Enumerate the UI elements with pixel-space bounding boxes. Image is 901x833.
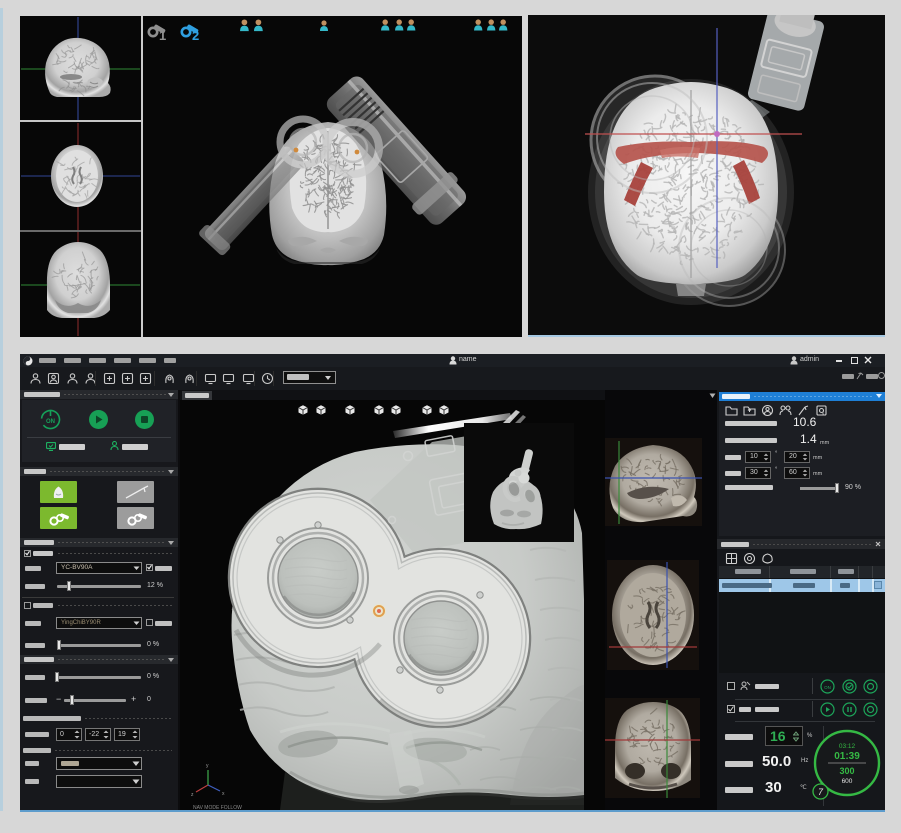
svg-text:y: y [206,763,209,769]
svg-text:2: 2 [192,28,199,43]
svg-text:600: 600 [842,778,853,785]
svg-text:z: z [191,792,194,798]
svg-text:ON: ON [824,685,831,690]
svg-text:01:39: 01:39 [834,751,860,762]
svg-text:03:12: 03:12 [839,743,856,750]
svg-text:300: 300 [839,766,854,776]
svg-text:1: 1 [159,28,166,43]
svg-text:ON: ON [46,419,55,425]
svg-text:x: x [222,791,225,797]
